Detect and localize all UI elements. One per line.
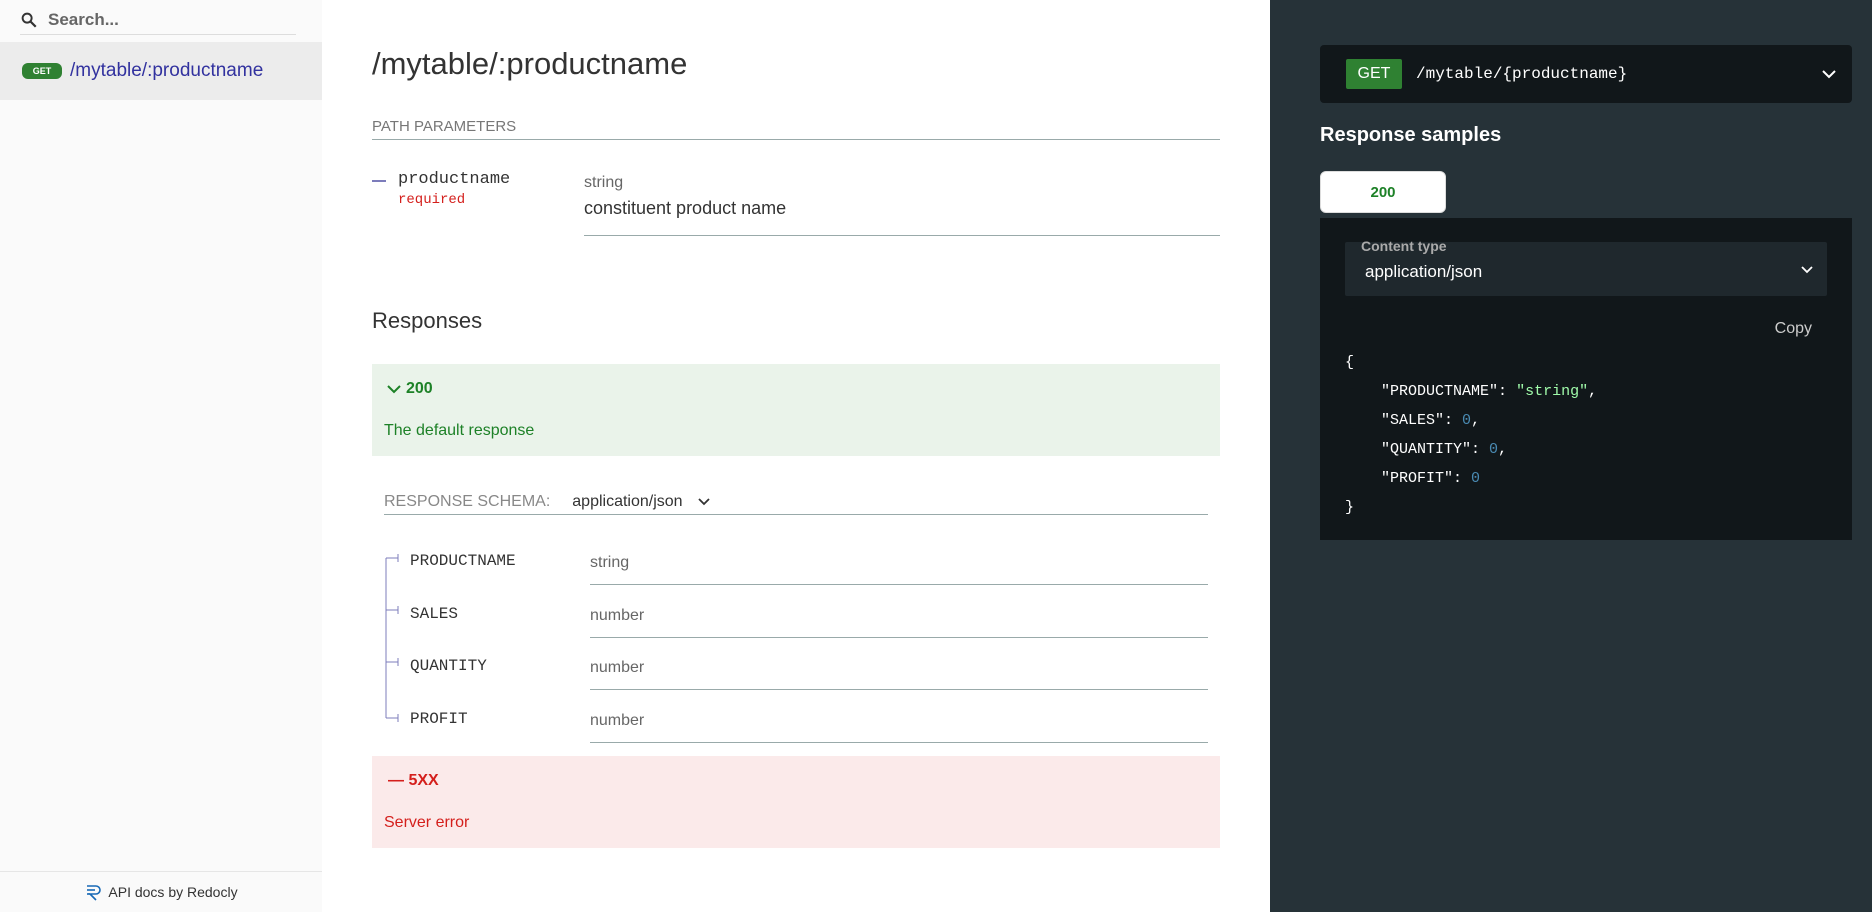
divider: [590, 742, 1208, 743]
sidebar-item-label: /mytable/:productname: [70, 60, 264, 81]
redocly-label: API docs by Redocly: [108, 884, 238, 900]
response-sample-box: Content type application/json Copy { "PR…: [1320, 218, 1852, 540]
code-brace-open: {: [1345, 354, 1355, 371]
schema-field: SALES number: [384, 601, 1208, 653]
code-comma: ,: [1588, 383, 1598, 400]
content-type-select[interactable]: application/json: [572, 493, 710, 511]
tree-connector: [372, 180, 386, 182]
chevron-down-icon: [1801, 266, 1813, 274]
get-method-badge: GET: [1346, 59, 1402, 89]
param-required-label: required: [398, 192, 466, 208]
responses-heading: Responses: [372, 308, 483, 333]
response-5xx-code: — 5XX: [388, 772, 439, 789]
field-type: number: [590, 659, 645, 676]
response-samples-heading: Response samples: [1320, 124, 1502, 146]
divider: [590, 637, 1208, 638]
schema-field: QUANTITY number: [384, 653, 1208, 705]
field-name: QUANTITY: [410, 657, 487, 675]
param-name: productname: [398, 170, 511, 189]
content-type-value: application/json: [1365, 262, 1483, 281]
param-description: constituent product name: [584, 198, 787, 218]
response-schema-bar: RESPONSE SCHEMA: application/json: [384, 490, 1208, 515]
code-comma: ,: [1498, 441, 1508, 458]
content-type-dropdown[interactable]: Content type application/json: [1345, 238, 1827, 296]
main-content: /mytable/:productname PATH PARAMETERS pr…: [322, 0, 1270, 912]
search-icon: [21, 12, 37, 28]
search-box[interactable]: [20, 6, 296, 35]
search-input[interactable]: [46, 9, 290, 31]
response-200-code: 200: [406, 380, 433, 397]
copy-button[interactable]: Copy: [1775, 320, 1812, 338]
field-type: number: [590, 607, 645, 624]
content-type-value: application/json: [572, 493, 683, 510]
code-sample: { "PRODUCTNAME": "string", "SALES": 0, "…: [1345, 354, 1598, 516]
response-5xx-description: Server error: [384, 814, 470, 831]
chevron-down-icon: [1822, 70, 1836, 79]
code-value: 0: [1471, 470, 1481, 487]
code-key: "PROFIT": [1381, 470, 1454, 487]
chevron-down-icon: [697, 498, 710, 506]
content-type-label: Content type: [1361, 238, 1447, 254]
redocly-link[interactable]: API docs by Redocly: [0, 871, 322, 912]
tab-200[interactable]: 200: [1320, 171, 1446, 213]
sidebar-item-mytable-productname[interactable]: GET /mytable/:productname: [0, 42, 322, 100]
code-value: 0: [1489, 441, 1499, 458]
field-name: PRODUCTNAME: [410, 552, 516, 570]
divider: [584, 235, 1220, 236]
page-title: /mytable/:productname: [372, 46, 688, 81]
field-type: number: [590, 712, 645, 729]
field-type: string: [590, 554, 630, 571]
right-panel: GET /mytable/{productname} Response samp…: [1270, 0, 1872, 912]
response-200-description: The default response: [384, 422, 535, 439]
path-parameters-heading: PATH PARAMETERS: [372, 118, 1220, 140]
code-key: "QUANTITY": [1381, 441, 1472, 458]
schema-field: PROFIT number: [384, 706, 1208, 758]
chevron-down-icon: [387, 385, 401, 394]
endpoint-path: /mytable/{productname}: [1416, 65, 1628, 83]
code-comma: ,: [1471, 412, 1481, 429]
divider: [590, 689, 1208, 690]
endpoint-toggle[interactable]: GET /mytable/{productname}: [1320, 45, 1852, 103]
param-row: productname required string constituent …: [372, 170, 1220, 236]
field-name: PROFIT: [410, 710, 468, 728]
response-schema-label: RESPONSE SCHEMA:: [384, 493, 551, 510]
code-key: "SALES": [1381, 412, 1445, 429]
code-value: "string": [1516, 383, 1589, 400]
param-type: string: [584, 174, 624, 191]
response-5xx-panel[interactable]: — 5XX Server error: [372, 756, 1220, 848]
sidebar: GET /mytable/:productname API docs by Re…: [0, 0, 323, 912]
code-key: "PRODUCTNAME": [1381, 383, 1499, 400]
code-brace-close: }: [1345, 499, 1355, 516]
redocly-logo-icon: [87, 885, 102, 901]
response-200-panel[interactable]: 200 The default response: [372, 364, 1220, 456]
field-name: SALES: [410, 605, 459, 623]
divider: [590, 584, 1208, 585]
schema-field: PRODUCTNAME string: [384, 548, 1208, 600]
get-method-badge: GET: [22, 63, 62, 79]
code-value: 0: [1462, 412, 1472, 429]
response-200-toggle[interactable]: 200: [386, 380, 433, 398]
